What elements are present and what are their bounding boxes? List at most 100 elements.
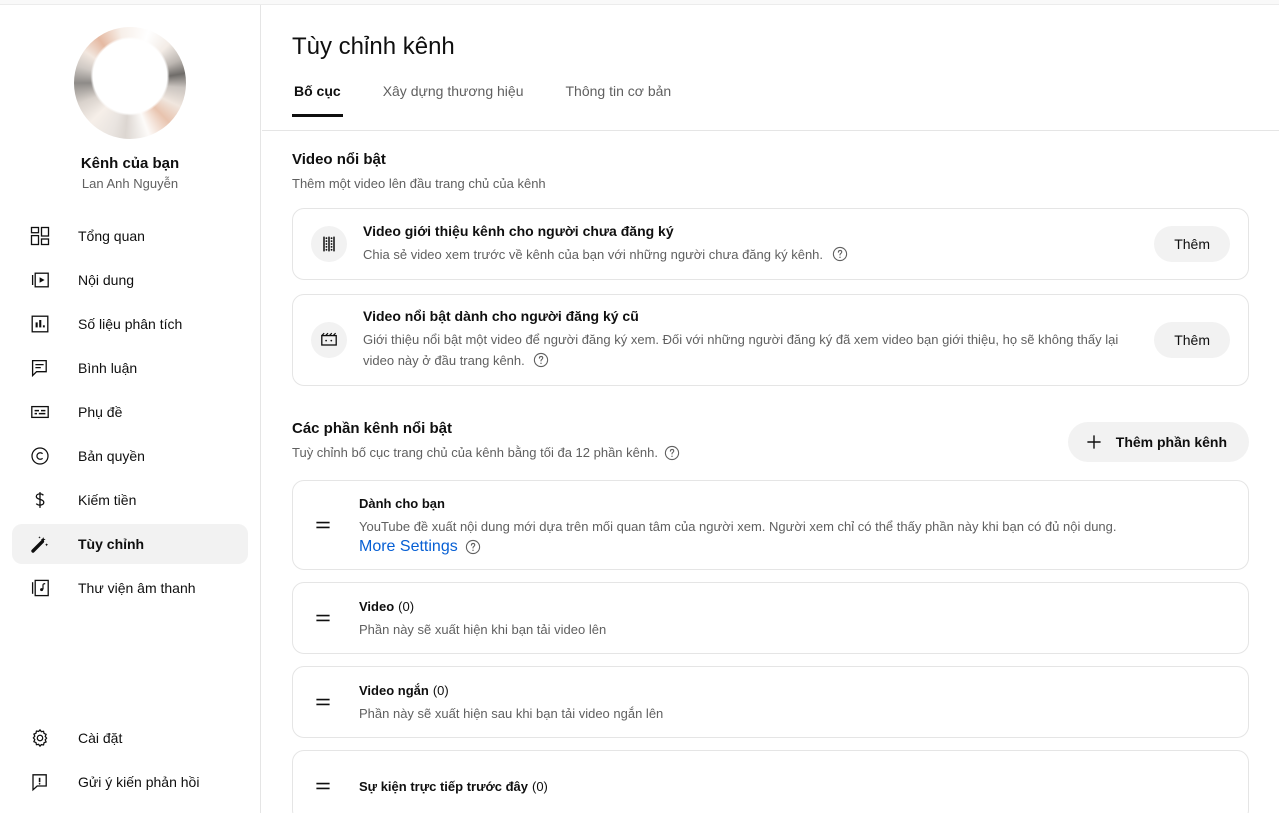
- sidebar-item-cai-dat[interactable]: Cài đặt: [12, 718, 249, 758]
- card-body: Video nổi bật dành cho người đăng ký cũ …: [363, 306, 1154, 374]
- drag-handle-icon[interactable]: [311, 690, 335, 714]
- monetization-icon: [28, 488, 52, 512]
- sidebar: Kênh của bạn Lan Anh Nguyễn Tổng quan Nộ…: [0, 5, 261, 813]
- sidebar-item-label: Bản quyền: [78, 448, 145, 464]
- section-subtitle-text: Tuỳ chỉnh bố cục trang chủ của kênh bằng…: [292, 445, 658, 460]
- section-row-body: Video ngắn (0) Phần này sẽ xuất hiện sau …: [359, 668, 663, 737]
- section-row-description: Phần này sẽ xuất hiện sau khi bạn tải vi…: [359, 705, 664, 721]
- section-row-title: Video ngắn (0): [359, 681, 663, 700]
- section-row-title-text: Video: [359, 598, 395, 614]
- subtitles-icon: [28, 400, 52, 424]
- featured-video-card-returning: Video nổi bật dành cho người đăng ký cũ …: [292, 294, 1249, 386]
- more-settings-link[interactable]: More Settings: [359, 538, 458, 556]
- section-row-actions: More Settings: [359, 538, 1117, 556]
- card-description-text: Giới thiệu nổi bật một video để người đă…: [363, 332, 1119, 368]
- help-icon[interactable]: [832, 246, 848, 265]
- section-row-description: YouTube đề xuất nội dung mới dựa trên mố…: [359, 519, 1117, 534]
- sidebar-item-label: Cài đặt: [78, 730, 123, 746]
- youtube-studio-customization-page: Kênh của bạn Lan Anh Nguyễn Tổng quan Nộ…: [0, 0, 1279, 813]
- drag-handle-icon[interactable]: [311, 513, 335, 537]
- help-icon[interactable]: [465, 539, 481, 555]
- gear-icon: [28, 726, 52, 750]
- sidebar-item-binh-luan[interactable]: Bình luận: [12, 348, 248, 388]
- card-description-text: Chia sẻ video xem trước về kênh của bạn …: [363, 246, 824, 262]
- clapperboard-icon: [311, 322, 347, 358]
- sidebar-item-gui-y-kien-phan-hoi[interactable]: Gửi ý kiến phản hồi: [12, 762, 249, 802]
- sidebar-item-tong-quan[interactable]: Tổng quan: [12, 216, 248, 256]
- channel-section-row-su-kien-truc-tiep[interactable]: Sự kiện trực tiếp trước đây (0): [292, 750, 1249, 813]
- section-row-title: Video (0): [359, 597, 606, 616]
- add-channel-section-label: Thêm phần kênh: [1115, 434, 1227, 450]
- section-row-body: Video (0) Phần này sẽ xuất hiện khi bạn t…: [359, 584, 606, 653]
- sidebar-item-label: Tổng quan: [78, 228, 145, 244]
- magic-wand-icon: [28, 532, 52, 556]
- section-row-count: (0): [398, 598, 415, 614]
- section-row-body: Dành cho bạn YouTube đề xuất nội dung mớ…: [359, 481, 1117, 569]
- card-title: Video nổi bật dành cho người đăng ký cũ: [363, 308, 639, 324]
- channel-section-row-danh-cho-ban[interactable]: Dành cho bạn YouTube đề xuất nội dung mớ…: [292, 480, 1249, 570]
- section-row-body: Sự kiện trực tiếp trước đây (0): [359, 764, 548, 809]
- add-returning-video-button[interactable]: Thêm: [1154, 322, 1230, 358]
- channel-section-row-video[interactable]: Video (0) Phần này sẽ xuất hiện khi bạn t…: [292, 582, 1249, 654]
- card-description: Chia sẻ video xem trước về kênh của bạn …: [363, 244, 1140, 268]
- featured-video-card-intro: Video giới thiệu kênh cho người chưa đăn…: [292, 208, 1249, 280]
- sidebar-item-label: Gửi ý kiến phản hồi: [78, 774, 200, 790]
- main-content: Tùy chỉnh kênh Bố cục Xây dựng thương hi…: [262, 5, 1279, 813]
- section-row-title: Dành cho bạn: [359, 494, 1117, 513]
- sidebar-item-tuy-chinh[interactable]: Tùy chỉnh: [12, 524, 248, 564]
- sidebar-item-so-lieu-phan-tich[interactable]: Số liệu phân tích: [12, 304, 248, 344]
- card-title: Video giới thiệu kênh cho người chưa đăn…: [363, 222, 674, 239]
- sidebar-item-thu-vien-am-thanh[interactable]: Thư viện âm thanh: [12, 568, 248, 608]
- content-video-icon: [28, 268, 52, 292]
- section-row-title-text: Video ngắn: [359, 682, 429, 698]
- copyright-icon: [28, 444, 52, 468]
- sidebar-bottom-nav: Cài đặt Gửi ý kiến phản hồi: [0, 714, 260, 806]
- feedback-icon: [28, 770, 52, 794]
- section-subtitle: Thêm một video lên đầu trang chủ của kên…: [292, 176, 546, 191]
- sidebar-item-label: Tùy chỉnh: [78, 536, 145, 552]
- section-row-title: Sự kiện trực tiếp trước đây (0): [359, 777, 548, 796]
- channel-avatar[interactable]: [74, 27, 186, 139]
- section-row-description: Phần này sẽ xuất hiện khi bạn tải video …: [359, 621, 607, 637]
- sidebar-item-phu-de[interactable]: Phụ đề: [12, 392, 248, 432]
- drag-handle-icon[interactable]: [311, 774, 335, 798]
- section-row-title-text: Dành cho bạn: [359, 496, 445, 511]
- film-strip-icon: [311, 226, 347, 262]
- sidebar-item-ban-quyen[interactable]: Bản quyền: [12, 436, 248, 476]
- sidebar-item-label: Phụ đề: [78, 404, 123, 420]
- sidebar-item-noi-dung[interactable]: Nội dung: [12, 260, 248, 300]
- sidebar-item-label: Số liệu phân tích: [78, 316, 183, 332]
- dashboard-icon: [28, 224, 52, 248]
- sidebar-item-label: Bình luận: [78, 360, 138, 376]
- page-title: Tùy chỉnh kênh: [292, 33, 455, 60]
- channel-sections-header: Các phần kênh nổi bật Tuỳ chỉnh bố cục t…: [292, 419, 1249, 462]
- comment-icon: [28, 356, 52, 380]
- sidebar-item-label: Thư viện âm thanh: [78, 580, 196, 596]
- channel-section-row-video-ngan[interactable]: Video ngắn (0) Phần này sẽ xuất hiện sau …: [292, 666, 1249, 738]
- add-channel-section-button[interactable]: Thêm phần kênh: [1067, 422, 1249, 462]
- add-intro-video-button[interactable]: Thêm: [1154, 226, 1230, 262]
- section-title: Video nổi bật: [292, 151, 386, 168]
- tab-label: Bố cục: [294, 83, 341, 99]
- section-row-title-text: Sự kiện trực tiếp trước đây: [359, 778, 528, 794]
- plus-icon: [1084, 432, 1104, 452]
- channel-handle: Lan Anh Nguyễn: [81, 176, 179, 191]
- analytics-icon: [28, 312, 52, 336]
- help-icon[interactable]: [664, 445, 680, 461]
- section-row-count: (0): [531, 778, 548, 794]
- content-area: Video nổi bật Thêm một video lên đầu tra…: [262, 150, 1279, 813]
- sidebar-nav: Tổng quan Nội dung Số liệu phân tích Bìn…: [0, 216, 260, 608]
- tab-thong-tin-co-ban[interactable]: Thông tin cơ bản: [563, 81, 673, 117]
- card-body: Video giới thiệu kênh cho người chưa đăn…: [363, 221, 1154, 268]
- help-icon[interactable]: [533, 352, 549, 371]
- featured-video-section-header: Video nổi bật Thêm một video lên đầu tra…: [292, 150, 1249, 193]
- tab-bo-cuc[interactable]: Bố cục: [292, 81, 343, 117]
- tab-xay-dung-thuong-hieu[interactable]: Xây dựng thương hiệu: [381, 81, 526, 117]
- tab-bar: Bố cục Xây dựng thương hiệu Thông tin cơ…: [262, 81, 1279, 121]
- sidebar-item-kiem-tien[interactable]: Kiếm tiền: [12, 480, 248, 520]
- tab-label: Xây dựng thương hiệu: [382, 83, 524, 99]
- section-row-count: (0): [432, 682, 449, 698]
- card-description: Giới thiệu nổi bật một video để người đă…: [363, 329, 1140, 374]
- drag-handle-icon[interactable]: [311, 606, 335, 630]
- channel-name: Kênh của bạn: [80, 155, 180, 172]
